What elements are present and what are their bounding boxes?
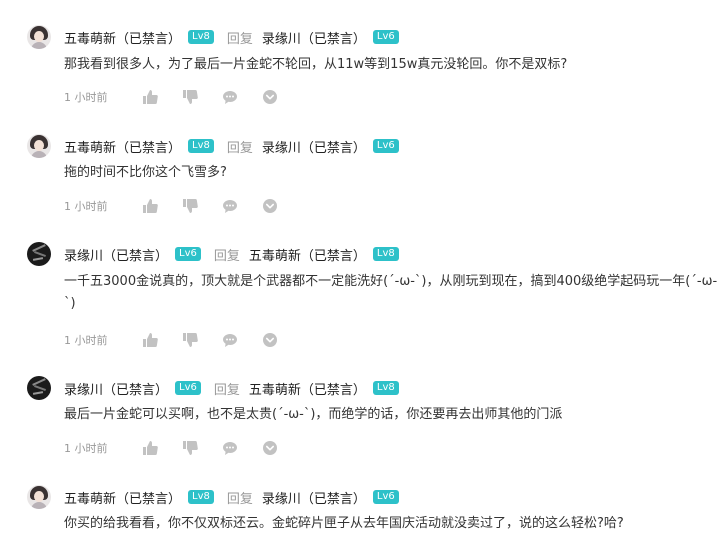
comment-icon[interactable] — [222, 89, 238, 105]
author-level-badge: Lv6 — [175, 381, 201, 395]
comment-header: 录缘川（已禁言） Lv6 回复 五毒萌新（已禁言） Lv8 — [64, 376, 399, 400]
reply-target-name[interactable]: 录缘川（已禁言） — [262, 137, 366, 156]
dislike-icon[interactable] — [182, 89, 198, 105]
target-level-badge: Lv8 — [372, 381, 399, 395]
more-chevron-icon[interactable] — [262, 440, 278, 456]
reply-label: 回复 — [226, 31, 253, 47]
avatar[interactable] — [27, 376, 51, 400]
comment-actions: 1 小时前 — [64, 332, 302, 348]
timestamp: 1 小时前 — [64, 91, 108, 104]
comment-text: 你买的给我看看，你不仅双标还云。金蛇碎片匣子从去年国庆活动就没卖过了，说的这么轻… — [64, 516, 624, 531]
comment-icon[interactable] — [222, 198, 238, 214]
avatar[interactable] — [27, 242, 51, 266]
reply-label: 回复 — [226, 491, 253, 507]
comment-header: 五毒萌新（已禁言） Lv8 回复 录缘川（已禁言） Lv6 — [64, 485, 399, 509]
author-name[interactable]: 录缘川（已禁言） — [64, 245, 168, 264]
more-chevron-icon[interactable] — [262, 198, 278, 214]
target-level-badge: Lv6 — [372, 490, 399, 504]
reply-target-name[interactable]: 五毒萌新（已禁言） — [249, 379, 366, 398]
author-level-badge: Lv6 — [175, 247, 201, 261]
dislike-icon[interactable] — [182, 332, 198, 348]
reply-label: 回复 — [213, 248, 240, 264]
comment-actions: 1 小时前 — [64, 440, 302, 456]
comment-icon[interactable] — [222, 440, 238, 456]
like-icon[interactable] — [142, 198, 158, 214]
comment-actions: 1 小时前 — [64, 89, 302, 105]
author-level-badge: Lv8 — [188, 30, 214, 44]
comment-text: 一千五3000金说真的，顶大就是个武器都不一定能洗好(´-ω-`)，从刚玩到现在… — [64, 274, 718, 311]
comment-header: 五毒萌新（已禁言） Lv8 回复 录缘川（已禁言） Lv6 — [64, 134, 399, 158]
comment-header: 录缘川（已禁言） Lv6 回复 五毒萌新（已禁言） Lv8 — [64, 242, 399, 266]
author-name[interactable]: 五毒萌新（已禁言） — [64, 28, 181, 47]
like-icon[interactable] — [142, 332, 158, 348]
comment-text: 拖的时间不比你这个飞雪多? — [64, 165, 227, 180]
like-icon[interactable] — [142, 440, 158, 456]
comment-text: 最后一片金蛇可以买啊，也不是太贵(´-ω-`)，而绝学的话，你还要再去出师其他的… — [64, 407, 563, 422]
comment-text: 那我看到很多人，为了最后一片金蛇不轮回，从11w等到15w真元没轮回。你不是双标… — [64, 57, 568, 72]
reply-label: 回复 — [213, 382, 240, 398]
more-chevron-icon[interactable] — [262, 89, 278, 105]
reply-target-name[interactable]: 录缘川（已禁言） — [262, 28, 366, 47]
comment-header: 五毒萌新（已禁言） Lv8 回复 录缘川（已禁言） Lv6 — [64, 25, 399, 49]
reply-target-name[interactable]: 录缘川（已禁言） — [262, 488, 366, 507]
author-name[interactable]: 录缘川（已禁言） — [64, 379, 168, 398]
comment-list: 五毒萌新（已禁言） Lv8 回复 录缘川（已禁言） Lv6 那我看到很多人，为了… — [0, 0, 727, 550]
dislike-icon[interactable] — [182, 440, 198, 456]
comment-icon[interactable] — [222, 332, 238, 348]
author-name[interactable]: 五毒萌新（已禁言） — [64, 488, 181, 507]
avatar[interactable] — [27, 134, 51, 158]
avatar[interactable] — [27, 485, 51, 509]
timestamp: 1 小时前 — [64, 442, 108, 455]
reply-label: 回复 — [226, 140, 253, 156]
target-level-badge: Lv8 — [372, 247, 399, 261]
reply-target-name[interactable]: 五毒萌新（已禁言） — [249, 245, 366, 264]
more-chevron-icon[interactable] — [262, 332, 278, 348]
target-level-badge: Lv6 — [372, 139, 399, 153]
dislike-icon[interactable] — [182, 198, 198, 214]
target-level-badge: Lv6 — [372, 30, 399, 44]
like-icon[interactable] — [142, 89, 158, 105]
author-level-badge: Lv8 — [188, 139, 214, 153]
author-level-badge: Lv8 — [188, 490, 214, 504]
timestamp: 1 小时前 — [64, 334, 108, 347]
author-name[interactable]: 五毒萌新（已禁言） — [64, 137, 181, 156]
comment-actions: 1 小时前 — [64, 198, 302, 214]
avatar[interactable] — [27, 25, 51, 49]
timestamp: 1 小时前 — [64, 200, 108, 213]
